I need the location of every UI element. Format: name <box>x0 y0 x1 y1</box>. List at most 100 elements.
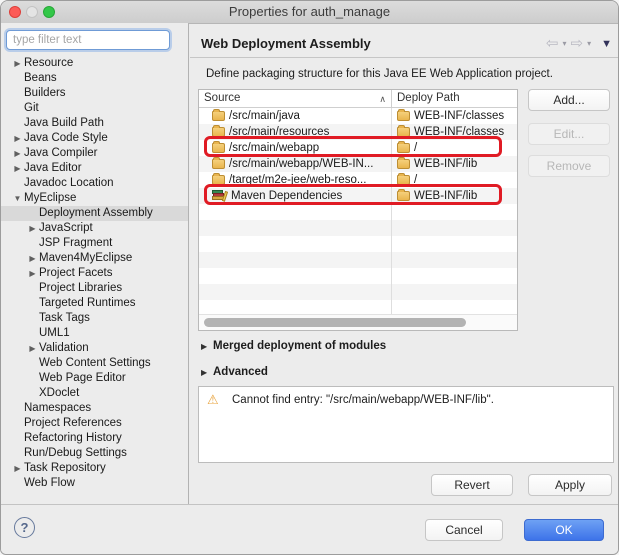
sidebar-item-project-facets[interactable]: ▶Project Facets <box>1 266 188 281</box>
sidebar-item-web-page-editor[interactable]: Web Page Editor <box>1 371 188 386</box>
column-header-source[interactable]: Source ∧ <box>199 90 392 107</box>
sidebar-item-project-references[interactable]: Project References <box>1 416 188 431</box>
sidebar-item-project-libraries[interactable]: Project Libraries <box>1 281 188 296</box>
sidebar-item-deployment-assembly[interactable]: Deployment Assembly <box>1 206 188 221</box>
column-header-deploy-path[interactable]: Deploy Path <box>392 90 517 107</box>
sidebar-item-namespaces[interactable]: Namespaces <box>1 401 188 416</box>
source-path: /src/main/java <box>229 108 300 124</box>
edit-button[interactable]: Edit... <box>528 123 610 145</box>
sidebar-item-targeted-runtimes[interactable]: Targeted Runtimes <box>1 296 188 311</box>
table-row-src-main-resources[interactable]: /src/main/resourcesWEB-INF/classes <box>199 124 517 140</box>
deploy-path: WEB-INF/classes <box>414 124 504 140</box>
table-row-empty <box>199 284 517 300</box>
deploy-path-cell <box>392 236 517 252</box>
warning-message: Cannot find entry: "/src/main/webapp/WEB… <box>232 394 494 406</box>
disclosure-right-icon[interactable]: ▶ <box>12 461 23 476</box>
sidebar-item-run-debug-settings[interactable]: Run/Debug Settings <box>1 446 188 461</box>
sidebar-item-uml1[interactable]: UML1 <box>1 326 188 341</box>
sidebar-item-beans[interactable]: Beans <box>1 71 188 86</box>
folder-icon <box>212 175 225 185</box>
source-cell: /src/main/java <box>199 108 392 124</box>
apply-button[interactable]: Apply <box>528 474 612 496</box>
sidebar-item-java-build-path[interactable]: Java Build Path <box>1 116 188 131</box>
disclosure-right-icon[interactable]: ▶ <box>201 342 213 351</box>
source-cell <box>199 252 392 268</box>
sidebar-item-label: Run/Debug Settings <box>24 446 127 461</box>
deploy-path-cell: WEB-INF/classes <box>392 108 517 124</box>
sidebar-item-myeclipse[interactable]: ▼MyEclipse <box>1 191 188 206</box>
table-row-src-main-webapp-web-in[interactable]: /src/main/webapp/WEB-IN...WEB-INF/lib <box>199 156 517 172</box>
folder-icon <box>397 127 410 137</box>
cancel-button[interactable]: Cancel <box>425 519 503 541</box>
help-button[interactable]: ? <box>14 517 35 538</box>
preferences-sidebar: ▶ResourceBeansBuildersGitJava Build Path… <box>1 23 189 504</box>
properties-dialog: Properties for auth_manage ▶ResourceBean… <box>0 0 619 555</box>
section-advanced[interactable]: ▶ Advanced <box>201 366 268 378</box>
sidebar-item-java-compiler[interactable]: ▶Java Compiler <box>1 146 188 161</box>
forward-icon[interactable]: ⇨ <box>571 36 584 51</box>
sidebar-item-task-tags[interactable]: Task Tags <box>1 311 188 326</box>
sidebar-item-label: Task Tags <box>39 311 90 326</box>
source-path: /src/main/webapp/WEB-IN... <box>229 156 373 172</box>
sidebar-item-jsp-fragment[interactable]: JSP Fragment <box>1 236 188 251</box>
disclosure-right-icon[interactable]: ▶ <box>27 251 38 266</box>
table-row-src-main-java[interactable]: /src/main/java WEB-INF/classes <box>199 108 517 124</box>
sidebar-item-javascript[interactable]: ▶JavaScript <box>1 221 188 236</box>
sidebar-item-refactoring-history[interactable]: Refactoring History <box>1 431 188 446</box>
view-menu-icon[interactable]: ▼ <box>601 38 612 50</box>
back-icon[interactable]: ⇦ <box>546 36 559 51</box>
revert-button[interactable]: Revert <box>431 474 513 496</box>
sidebar-item-label: Java Code Style <box>24 131 108 146</box>
sidebar-item-javadoc-location[interactable]: Javadoc Location <box>1 176 188 191</box>
disclosure-right-icon[interactable]: ▶ <box>201 368 213 377</box>
sidebar-item-builders[interactable]: Builders <box>1 86 188 101</box>
ok-button[interactable]: OK <box>524 519 604 541</box>
disclosure-right-icon[interactable]: ▶ <box>12 146 23 161</box>
section-merged-deployment[interactable]: ▶ Merged deployment of modules <box>201 340 386 352</box>
back-menu-icon[interactable]: ▾ <box>563 39 567 48</box>
disclosure-down-icon[interactable]: ▼ <box>12 191 23 206</box>
sidebar-item-label: Java Build Path <box>24 116 104 131</box>
forward-menu-icon[interactable]: ▾ <box>587 39 591 48</box>
source-cell: Maven Dependencies <box>199 188 392 204</box>
folder-icon <box>212 159 225 169</box>
disclosure-right-icon[interactable]: ▶ <box>12 56 23 71</box>
sidebar-item-task-repository[interactable]: ▶Task Repository <box>1 461 188 476</box>
deploy-path-cell <box>392 268 517 284</box>
sidebar-item-label: Web Page Editor <box>39 371 126 386</box>
deploy-column-label: Deploy Path <box>397 92 460 104</box>
sidebar-item-label: Git <box>24 101 39 116</box>
window-title: Properties for auth_manage <box>1 1 618 23</box>
sidebar-item-label: Web Content Settings <box>39 356 151 371</box>
sidebar-item-maven4myeclipse[interactable]: ▶Maven4MyEclipse <box>1 251 188 266</box>
sidebar-item-git[interactable]: Git <box>1 101 188 116</box>
sidebar-item-java-code-style[interactable]: ▶Java Code Style <box>1 131 188 146</box>
page-navigation: ⇦ ▾ ⇨ ▾ ▼ <box>546 36 612 51</box>
filter-input[interactable] <box>6 30 170 50</box>
horizontal-scrollbar[interactable] <box>199 314 517 330</box>
sidebar-item-label: Project References <box>24 416 122 431</box>
disclosure-right-icon[interactable]: ▶ <box>12 131 23 146</box>
disclosure-right-icon[interactable]: ▶ <box>12 161 23 176</box>
folder-icon <box>397 111 410 121</box>
description-text: Define packaging structure for this Java… <box>206 68 553 80</box>
disclosure-right-icon[interactable]: ▶ <box>27 341 38 356</box>
table-row-src-main-webapp[interactable]: /src/main/webapp/ <box>199 140 517 156</box>
sidebar-item-validation[interactable]: ▶Validation <box>1 341 188 356</box>
sidebar-item-web-flow[interactable]: Web Flow <box>1 476 188 491</box>
sidebar-item-label: Refactoring History <box>24 431 122 446</box>
folder-icon <box>212 143 225 153</box>
sidebar-item-web-content-settings[interactable]: Web Content Settings <box>1 356 188 371</box>
table-row-target-m2e-jee-web-reso[interactable]: /target/m2e-jee/web-reso.../ <box>199 172 517 188</box>
disclosure-right-icon[interactable]: ▶ <box>27 266 38 281</box>
remove-button[interactable]: Remove <box>528 155 610 177</box>
deploy-path-cell <box>392 284 517 300</box>
sidebar-item-resource[interactable]: ▶Resource <box>1 56 188 71</box>
deploy-path-cell <box>392 204 517 220</box>
add-button[interactable]: Add... <box>528 89 610 111</box>
sidebar-item-java-editor[interactable]: ▶Java Editor <box>1 161 188 176</box>
table-row-maven-dependencies[interactable]: Maven DependenciesWEB-INF/lib <box>199 188 517 204</box>
scrollbar-thumb[interactable] <box>204 318 466 327</box>
disclosure-right-icon[interactable]: ▶ <box>27 221 38 236</box>
sidebar-item-xdoclet[interactable]: XDoclet <box>1 386 188 401</box>
